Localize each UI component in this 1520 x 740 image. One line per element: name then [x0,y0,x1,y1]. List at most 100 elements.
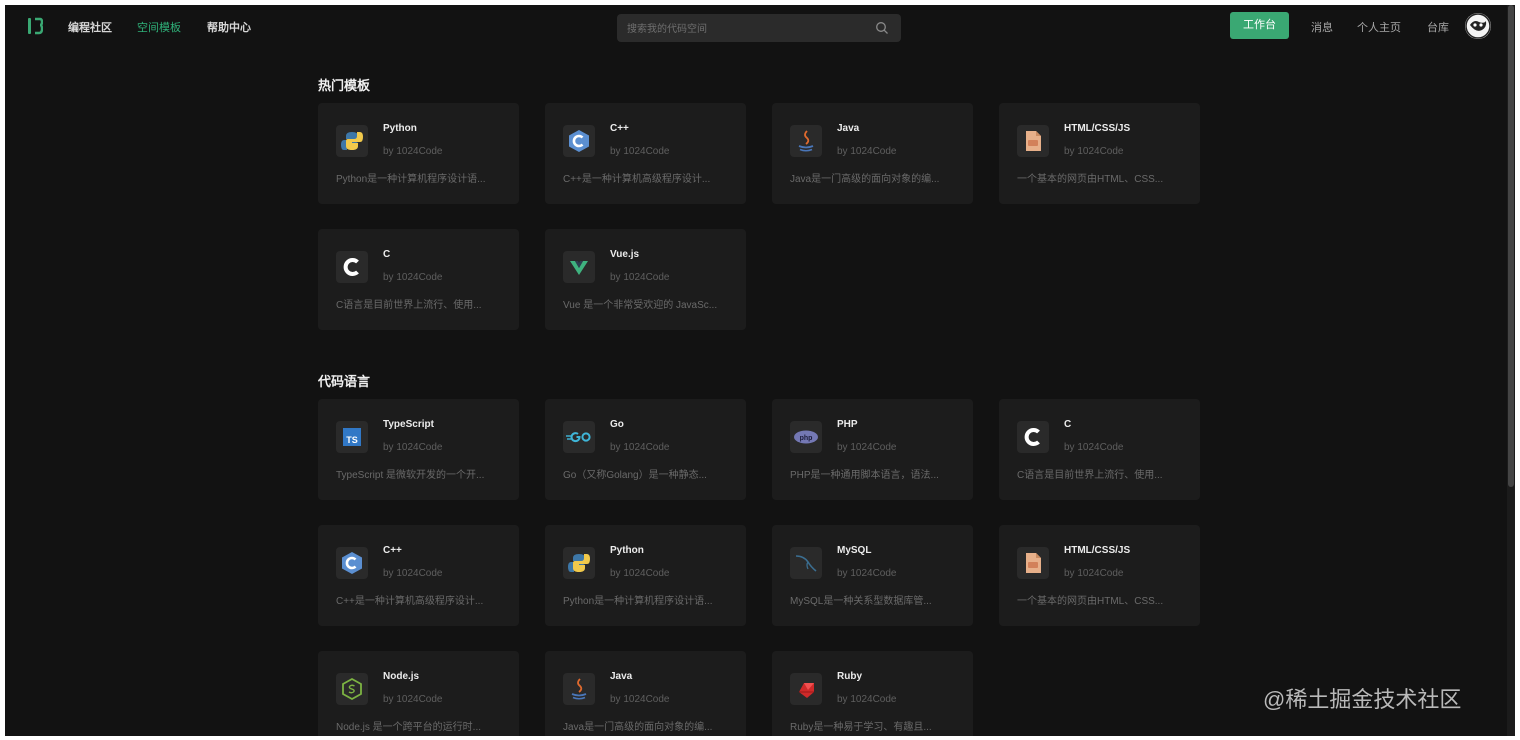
template-card-python[interactable]: Python by 1024Code Python是一种计算机程序设计语... [318,103,519,204]
avatar[interactable] [1465,13,1491,39]
html-file-icon [1017,547,1049,579]
go-icon [563,421,595,453]
ruby-icon [790,673,822,705]
card-title: HTML/CSS/JS [1064,545,1131,556]
card-description: C++是一种计算机高级程序设计... [336,596,484,607]
card-author: by 1024Code [1064,568,1124,579]
messages-link[interactable]: 消息 [1311,19,1333,35]
card-description: C++是一种计算机高级程序设计... [563,174,711,185]
language-card-html[interactable]: HTML/CSS/JS by 1024Code 一个基本的网页由HTML、CSS… [999,525,1200,626]
avatar-image-icon [1465,13,1491,39]
card-description: Python是一种计算机程序设计语... [336,174,486,185]
template-card-c[interactable]: C by 1024Code C语言是目前世界上流行、使用... [318,229,519,330]
card-author: by 1024Code [383,694,443,705]
card-author: by 1024Code [837,694,897,705]
language-card-c[interactable]: C by 1024Code C语言是目前世界上流行、使用... [999,399,1200,500]
card-title: C++ [383,545,402,556]
template-card-java[interactable]: Java by 1024Code Java是一门高级的面向对象的编... [772,103,973,204]
language-card-typescript[interactable]: TS TypeScript by 1024Code TypeScript 是微软… [318,399,519,500]
card-description: MySQL是一种关系型数据库管... [790,596,932,607]
card-title: C [1064,419,1072,430]
section-title-languages: 代码语言 [318,374,371,389]
language-card-python[interactable]: Python by 1024Code Python是一种计算机程序设计语... [545,525,746,626]
card-title: Go [610,419,624,430]
typescript-icon: TS [336,421,368,453]
svg-text:php: php [800,435,813,442]
card-author: by 1024Code [383,442,443,453]
card-description: C语言是目前世界上流行、使用... [336,300,482,311]
search-icon[interactable] [875,21,889,35]
profile-link[interactable]: 个人主页 [1357,19,1401,35]
card-title: TypeScript [383,419,434,430]
card-title: Java [837,123,860,134]
card-author: by 1024Code [837,146,897,157]
app-window: 编程社区 空间模板 帮助中心 工作台 消息 个人主页 台库 热门模板 [5,5,1515,736]
search-box [617,14,901,42]
nav-link-templates[interactable]: 空间模板 [137,19,181,35]
card-title: C [383,249,391,260]
card-author: by 1024Code [1064,442,1124,453]
logo-icon[interactable] [27,16,43,36]
card-description: Go（又称Golang）是一种静态... [563,470,707,481]
card-description: 一个基本的网页由HTML、CSS... [1017,596,1164,607]
language-card-cpp[interactable]: C++ by 1024Code C++是一种计算机高级程序设计... [318,525,519,626]
language-card-java[interactable]: Java by 1024Code Java是一门高级的面向对象的编... [545,651,746,736]
library-link[interactable]: 台库 [1427,19,1449,35]
card-description: C语言是目前世界上流行、使用... [1017,470,1163,481]
language-card-go[interactable]: Go by 1024Code Go（又称Golang）是一种静态... [545,399,746,500]
language-card-nodejs[interactable]: Node.js by 1024Code Node.js 是一个跨平台的运行时..… [318,651,519,736]
template-card-cpp[interactable]: C++ by 1024Code C++是一种计算机高级程序设计... [545,103,746,204]
card-author: by 1024Code [1064,146,1124,157]
template-card-vue[interactable]: Vue.js by 1024Code Vue 是一个非常受欢迎的 JavaSc.… [545,229,746,330]
language-card-mysql[interactable]: MySQL by 1024Code MySQL是一种关系型数据库管... [772,525,973,626]
template-card-html[interactable]: HTML/CSS/JS by 1024Code 一个基本的网页由HTML、CSS… [999,103,1200,204]
c-icon [336,251,368,283]
scrollbar-thumb[interactable] [1508,5,1514,487]
card-description: Node.js 是一个跨平台的运行时... [336,722,482,733]
card-title: PHP [837,419,858,430]
card-title: Vue.js [610,249,640,260]
cpp-icon [563,125,595,157]
nav-link-help[interactable]: 帮助中心 [207,19,251,35]
card-author: by 1024Code [610,694,670,705]
card-title: HTML/CSS/JS [1064,123,1131,134]
section-title-hot: 热门模板 [318,78,371,93]
language-card-php[interactable]: php PHP by 1024Code PHP是一种通用脚本语言，语法... [772,399,973,500]
card-title: Java [610,671,633,682]
top-nav: 编程社区 空间模板 帮助中心 工作台 消息 个人主页 台库 [5,5,1515,49]
python-icon [563,547,595,579]
nav-link-community[interactable]: 编程社区 [68,19,112,35]
card-author: by 1024Code [610,568,670,579]
python-icon [336,125,368,157]
card-author: by 1024Code [383,272,443,283]
card-author: by 1024Code [610,442,670,453]
card-description: Python是一种计算机程序设计语... [563,596,713,607]
card-author: by 1024Code [383,568,443,579]
svg-text:TS: TS [346,435,358,445]
scrollbar-track[interactable] [1507,5,1515,736]
card-title: Python [383,123,417,134]
language-card-ruby[interactable]: Ruby by 1024Code Ruby是一种易于学习、有趣且... [772,651,973,736]
card-title: Python [610,545,644,556]
cpp-icon [336,547,368,579]
card-author: by 1024Code [610,146,670,157]
card-description: Java是一门高级的面向对象的编... [563,722,713,733]
java-icon [563,673,595,705]
card-author: by 1024Code [837,442,897,453]
workspace-button[interactable]: 工作台 [1230,12,1289,39]
c-icon [1017,421,1049,453]
php-icon: php [790,421,822,453]
card-title: C++ [610,123,629,134]
card-author: by 1024Code [837,568,897,579]
card-title: Node.js [383,671,420,682]
card-description: Vue 是一个非常受欢迎的 JavaSc... [563,300,718,311]
card-description: Java是一门高级的面向对象的编... [790,174,940,185]
html-file-icon [1017,125,1049,157]
card-description: PHP是一种通用脚本语言，语法... [790,470,939,481]
card-description: Ruby是一种易于学习、有趣且... [790,722,932,733]
search-input[interactable] [625,18,859,40]
card-author: by 1024Code [610,272,670,283]
java-icon [790,125,822,157]
card-description: TypeScript 是微软开发的一个开... [336,470,485,481]
nodejs-icon [336,673,368,705]
